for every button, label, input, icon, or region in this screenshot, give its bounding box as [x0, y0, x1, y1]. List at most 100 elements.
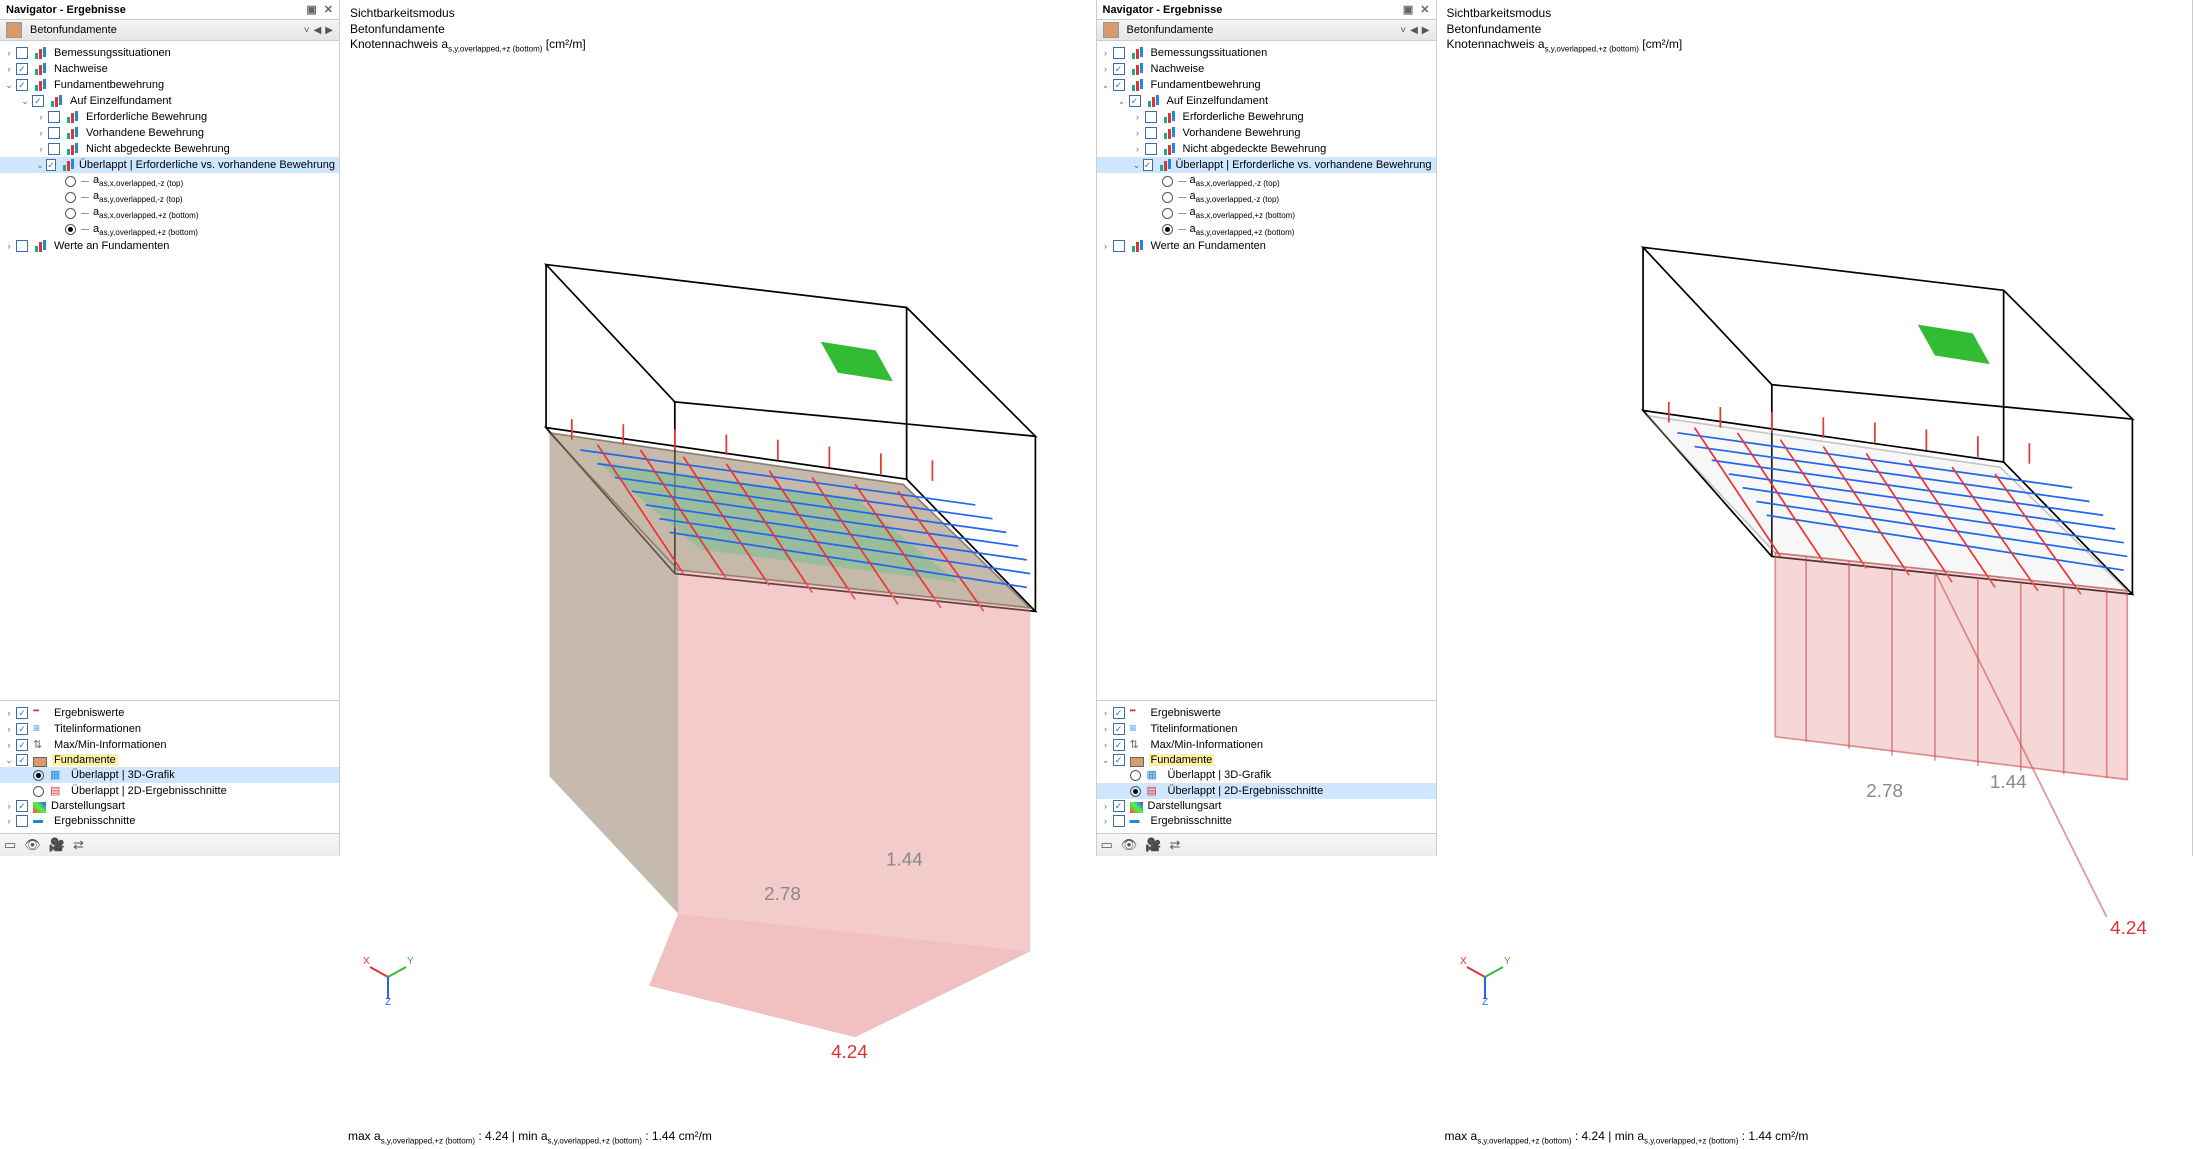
next-icon[interactable]: ▶: [1422, 25, 1430, 36]
checkbox[interactable]: [48, 111, 60, 123]
disp-maxmin[interactable]: › Max/Min-Informationen: [1097, 737, 1436, 753]
tree-option-o3[interactable]: aas,x,overlapped,+z (bottom): [0, 205, 339, 221]
tree-item-vorhanden[interactable]: › Vorhandene Bewehrung: [1097, 125, 1436, 141]
radio[interactable]: [65, 208, 76, 219]
eye-icon[interactable]: 👁: [24, 837, 41, 853]
view-mode-icon[interactable]: ▭: [1101, 837, 1113, 853]
tree-item-erforderlich[interactable]: › Erforderliche Bewehrung: [0, 109, 339, 125]
axes-indicator: X Y Z: [360, 949, 416, 1005]
checkbox[interactable]: [48, 143, 60, 155]
tree-item-nichtabgedeckt[interactable]: › Nicht abgedeckte Bewehrung: [0, 141, 339, 157]
viewport-header: Sichtbarkeitsmodus Betonfundamente Knote…: [1437, 0, 2193, 57]
tree-item-bemessung[interactable]: › Bemessungssituationen: [0, 45, 339, 61]
value-label: 2.78: [764, 884, 801, 905]
results-tree: › Bemessungssituationen › Nachweise ⌄ Fu…: [1097, 41, 1436, 700]
tree-option-o1[interactable]: aas,x,overlapped,-z (top): [1097, 173, 1436, 189]
radio[interactable]: [33, 770, 44, 781]
disp-fundamente[interactable]: ⌄ Fundamente: [1097, 753, 1436, 767]
close-icon[interactable]: ✕: [324, 4, 333, 16]
vis-mode-label: Sichtbarkeitsmodus: [1447, 6, 2183, 22]
disp-ergebniswerte[interactable]: › Ergebniswerte: [1097, 705, 1436, 721]
disp-3d[interactable]: Überlappt | 3D-Grafik: [1097, 767, 1436, 783]
toggle-icon[interactable]: ⇄: [1170, 837, 1181, 853]
viewport-3d[interactable]: Sichtbarkeitsmodus Betonfundamente Knote…: [340, 0, 1096, 856]
tree-item-werte[interactable]: › Werte an Fundamenten: [1097, 238, 1436, 254]
radio[interactable]: [65, 224, 76, 235]
tree-item-ueberlappt[interactable]: ⌄ Überlappt | Erforderliche vs. vorhande…: [0, 157, 339, 173]
model-2d[interactable]: 2.78 1.44 4.24: [1437, 57, 2193, 1125]
tree-item-nachweise[interactable]: › Nachweise: [0, 61, 339, 77]
disp-ergebniswerte[interactable]: › Ergebniswerte: [0, 705, 339, 721]
tree-option-o4[interactable]: aas,y,overlapped,+z (bottom): [1097, 222, 1436, 238]
toggle-icon[interactable]: ⇄: [73, 837, 84, 853]
chart-icon: [1130, 62, 1146, 76]
close-icon[interactable]: ✕: [1420, 4, 1429, 16]
checkbox[interactable]: [16, 79, 28, 91]
eye-icon[interactable]: 👁: [1121, 837, 1138, 853]
graphic-3d-icon: [1147, 768, 1163, 782]
disp-schnitte[interactable]: › Ergebnisschnitte: [0, 813, 339, 829]
disp-darstellung[interactable]: › Darstellungsart: [0, 799, 339, 813]
disp-darstellung[interactable]: › Darstellungsart: [1097, 799, 1436, 813]
graphic-3d-icon: [50, 768, 66, 782]
tree-option-o2[interactable]: aas,y,overlapped,-z (top): [1097, 189, 1436, 205]
tree-item-werte[interactable]: › Werte an Fundamenten: [0, 238, 339, 254]
next-icon[interactable]: ▶: [325, 25, 333, 36]
disp-fundamente[interactable]: ⌄ Fundamente: [0, 753, 339, 767]
checkbox[interactable]: [32, 95, 44, 107]
chart-icon: [1162, 142, 1178, 156]
pin-icon[interactable]: ▣: [1403, 4, 1413, 16]
disp-titel[interactable]: › Titelinformationen: [0, 721, 339, 737]
value-label: 2.78: [1866, 781, 1903, 802]
category-bar[interactable]: Betonfundamente ˅ ◀ ▶: [0, 20, 339, 41]
disp-maxmin[interactable]: › Max/Min-Informationen: [0, 737, 339, 753]
checkbox[interactable]: [16, 47, 28, 59]
checkbox[interactable]: [46, 159, 56, 171]
tree-item-nichtabgedeckt[interactable]: › Nicht abgedeckte Bewehrung: [1097, 141, 1436, 157]
tree-item-einzelfundament[interactable]: ⌄ Auf Einzelfundament: [0, 93, 339, 109]
disp-schnitte[interactable]: › Ergebnisschnitte: [1097, 813, 1436, 829]
tree-item-fundamentbewehrung[interactable]: ⌄ Fundamentbewehrung: [0, 77, 339, 93]
disp-2d[interactable]: Überlappt | 2D-Ergebnisschnitte: [0, 783, 339, 799]
disp-titel[interactable]: › Titelinformationen: [1097, 721, 1436, 737]
tree-item-nachweise[interactable]: › Nachweise: [1097, 61, 1436, 77]
checkbox[interactable]: [48, 127, 60, 139]
tree-option-o2[interactable]: aas,y,overlapped,-z (top): [0, 189, 339, 205]
tree-item-vorhanden[interactable]: › Vorhandene Bewehrung: [0, 125, 339, 141]
prev-icon[interactable]: ◀: [314, 25, 322, 36]
chart-icon: [61, 158, 74, 172]
svg-text:Z: Z: [385, 997, 391, 1005]
dropdown-icon[interactable]: ˅: [1400, 25, 1406, 36]
chart-icon: [33, 239, 49, 253]
chart-icon: [1130, 239, 1146, 253]
tree-option-o4[interactable]: aas,y,overlapped,+z (bottom): [0, 222, 339, 238]
vis-category-label: Betonfundamente: [1447, 22, 2183, 38]
disp-3d[interactable]: Überlappt | 3D-Grafik: [0, 767, 339, 783]
prev-icon[interactable]: ◀: [1410, 25, 1418, 36]
disp-2d[interactable]: Überlappt | 2D-Ergebnisschnitte: [1097, 783, 1436, 799]
tree-option-o1[interactable]: aas,x,overlapped,-z (top): [0, 173, 339, 189]
status-bar: max as,y,overlapped,+z (bottom) : 4.24 |…: [340, 1125, 1096, 1149]
tree-item-ueberlappt[interactable]: ⌄ Überlappt | Erforderliche vs. vorhande…: [1097, 157, 1436, 173]
view-mode-icon[interactable]: ▭: [4, 837, 16, 853]
radio[interactable]: [33, 786, 44, 797]
radio[interactable]: [65, 192, 76, 203]
model-3d[interactable]: 2.78 1.44 4.24: [340, 57, 1096, 1125]
camera-icon[interactable]: 🎥: [1145, 837, 1161, 853]
checkbox[interactable]: [16, 63, 28, 75]
camera-icon[interactable]: 🎥: [49, 837, 65, 853]
tree-item-einzelfundament[interactable]: ⌄ Auf Einzelfundament: [1097, 93, 1436, 109]
pin-icon[interactable]: ▣: [306, 4, 316, 16]
viewport-2d[interactable]: Sichtbarkeitsmodus Betonfundamente Knote…: [1437, 0, 2193, 856]
category-bar[interactable]: Betonfundamente ˅ ◀ ▶: [1097, 20, 1436, 41]
tree-item-fundamentbewehrung[interactable]: ⌄ Fundamentbewehrung: [1097, 77, 1436, 93]
tree-option-o3[interactable]: aas,x,overlapped,+z (bottom): [1097, 205, 1436, 221]
tree-item-bemessung[interactable]: › Bemessungssituationen: [1097, 45, 1436, 61]
status-bar: max as,y,overlapped,+z (bottom) : 4.24 |…: [1437, 1125, 2193, 1149]
tree-item-erforderlich[interactable]: › Erforderliche Bewehrung: [1097, 109, 1436, 125]
checkbox[interactable]: [16, 240, 28, 252]
chart-icon: [1158, 158, 1171, 172]
dropdown-icon[interactable]: ˅: [304, 25, 310, 36]
radio[interactable]: [65, 176, 76, 187]
value-label: 4.24: [2110, 918, 2147, 939]
